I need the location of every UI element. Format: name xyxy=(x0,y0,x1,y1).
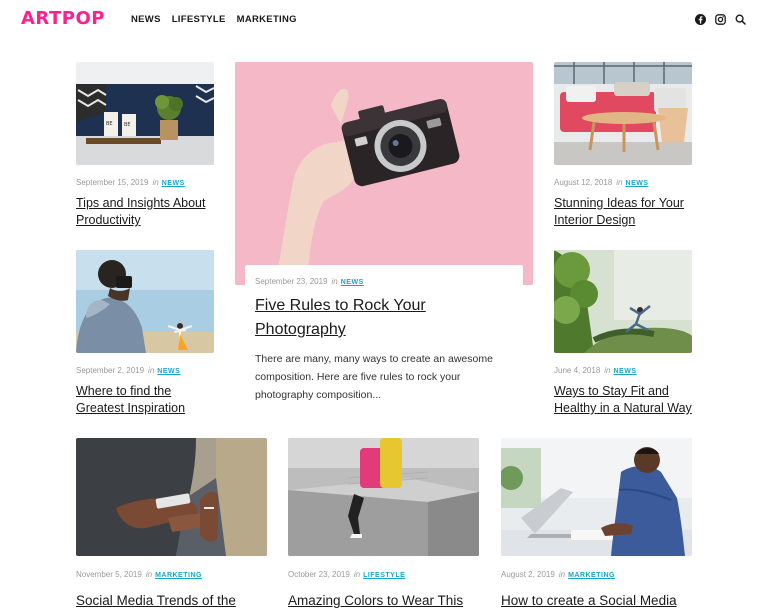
post-date: November 5, 2019 xyxy=(76,570,142,579)
header-icons xyxy=(695,14,746,25)
featured-title[interactable]: Five Rules to Rock Your Photography xyxy=(255,294,515,342)
featured-category[interactable]: NEWS xyxy=(341,279,364,286)
post-meta-in: in xyxy=(148,366,155,375)
post-meta: October 23, 2019 in LIFESTYLE xyxy=(288,570,405,581)
post-meta-in: in xyxy=(353,570,361,579)
featured-excerpt: There are many, many ways to create an a… xyxy=(255,353,493,401)
post-meta: June 4, 2018 in NEWS xyxy=(554,366,637,377)
post-category[interactable]: MARKETING xyxy=(155,572,202,579)
post-date: October 23, 2019 xyxy=(288,570,350,579)
featured-meta-in: in xyxy=(331,277,338,286)
post-meta-in: in xyxy=(558,570,566,579)
post-thumbnail[interactable]: BE BE xyxy=(76,62,214,165)
post-meta: September 15, 2019 in NEWS xyxy=(76,178,185,189)
svg-text:BE: BE xyxy=(106,121,113,127)
post-meta-in: in xyxy=(152,178,159,187)
post-category[interactable]: MARKETING xyxy=(568,572,615,579)
post-title[interactable]: Amazing Colors to Wear This xyxy=(288,592,488,609)
post-date: August 12, 2018 xyxy=(554,178,613,187)
post-title[interactable]: How to create a Social Media xyxy=(501,592,701,609)
featured-image xyxy=(235,62,533,285)
featured-date: September 23, 2019 xyxy=(255,277,328,286)
nav-item-lifestyle[interactable]: LIFESTYLE xyxy=(172,14,226,26)
post-date: September 15, 2019 xyxy=(76,178,149,187)
post-category[interactable]: NEWS xyxy=(626,180,649,187)
post-category[interactable]: NEWS xyxy=(162,180,185,187)
post-meta: August 2, 2019 in MARKETING xyxy=(501,570,615,581)
post-title[interactable]: Social Media Trends of the xyxy=(76,592,276,609)
post-meta: August 12, 2018 in NEWS xyxy=(554,178,649,189)
post-image xyxy=(76,250,214,353)
post-meta-in: in xyxy=(604,366,611,375)
post-title[interactable]: Ways to Stay Fit and Healthy in a Natura… xyxy=(554,383,694,417)
search-icon[interactable] xyxy=(735,14,746,25)
post-meta: September 2, 2019 in NEWS xyxy=(76,366,180,377)
nav-item-news[interactable]: NEWS xyxy=(131,14,161,26)
post-date: June 4, 2018 xyxy=(554,366,601,375)
post-meta-in: in xyxy=(616,178,623,187)
post-thumbnail[interactable] xyxy=(76,438,267,556)
post-thumbnail[interactable] xyxy=(288,438,479,556)
post-thumbnail[interactable] xyxy=(554,250,692,353)
svg-text:BE: BE xyxy=(124,122,131,128)
post-image: BE BE xyxy=(76,62,214,165)
post-meta-in: in xyxy=(145,570,153,579)
post-category[interactable]: LIFESTYLE xyxy=(363,572,405,579)
post-thumbnail[interactable] xyxy=(76,250,214,353)
post-category[interactable]: NEWS xyxy=(157,368,180,375)
main-nav: NEWS LIFESTYLE MARKETING xyxy=(131,14,297,26)
post-title[interactable]: Tips and Insights About Productivity xyxy=(76,195,216,229)
post-thumbnail[interactable] xyxy=(501,438,692,556)
nav-item-marketing[interactable]: MARKETING xyxy=(237,14,297,26)
post-date: September 2, 2019 xyxy=(76,366,145,375)
featured-thumbnail[interactable] xyxy=(235,62,533,285)
post-thumbnail[interactable] xyxy=(554,62,692,165)
featured-meta: September 23, 2019 in NEWS xyxy=(255,277,364,288)
post-image xyxy=(76,438,267,556)
post-meta: November 5, 2019 in MARKETING xyxy=(76,570,202,581)
post-image xyxy=(554,250,692,353)
post-image xyxy=(288,438,479,556)
site-header: ARTPOP NEWS LIFESTYLE MARKETING xyxy=(0,0,768,40)
post-title[interactable]: Stunning Ideas for Your Interior Design xyxy=(554,195,694,229)
post-category[interactable]: NEWS xyxy=(614,368,637,375)
post-date: August 2, 2019 xyxy=(501,570,555,579)
facebook-icon[interactable] xyxy=(695,14,706,25)
post-image xyxy=(501,438,692,556)
post-title[interactable]: Where to find the Greatest Inspiration xyxy=(76,383,216,417)
post-image xyxy=(554,62,692,165)
instagram-icon[interactable] xyxy=(715,14,726,25)
site-logo[interactable]: ARTPOP xyxy=(21,9,105,29)
